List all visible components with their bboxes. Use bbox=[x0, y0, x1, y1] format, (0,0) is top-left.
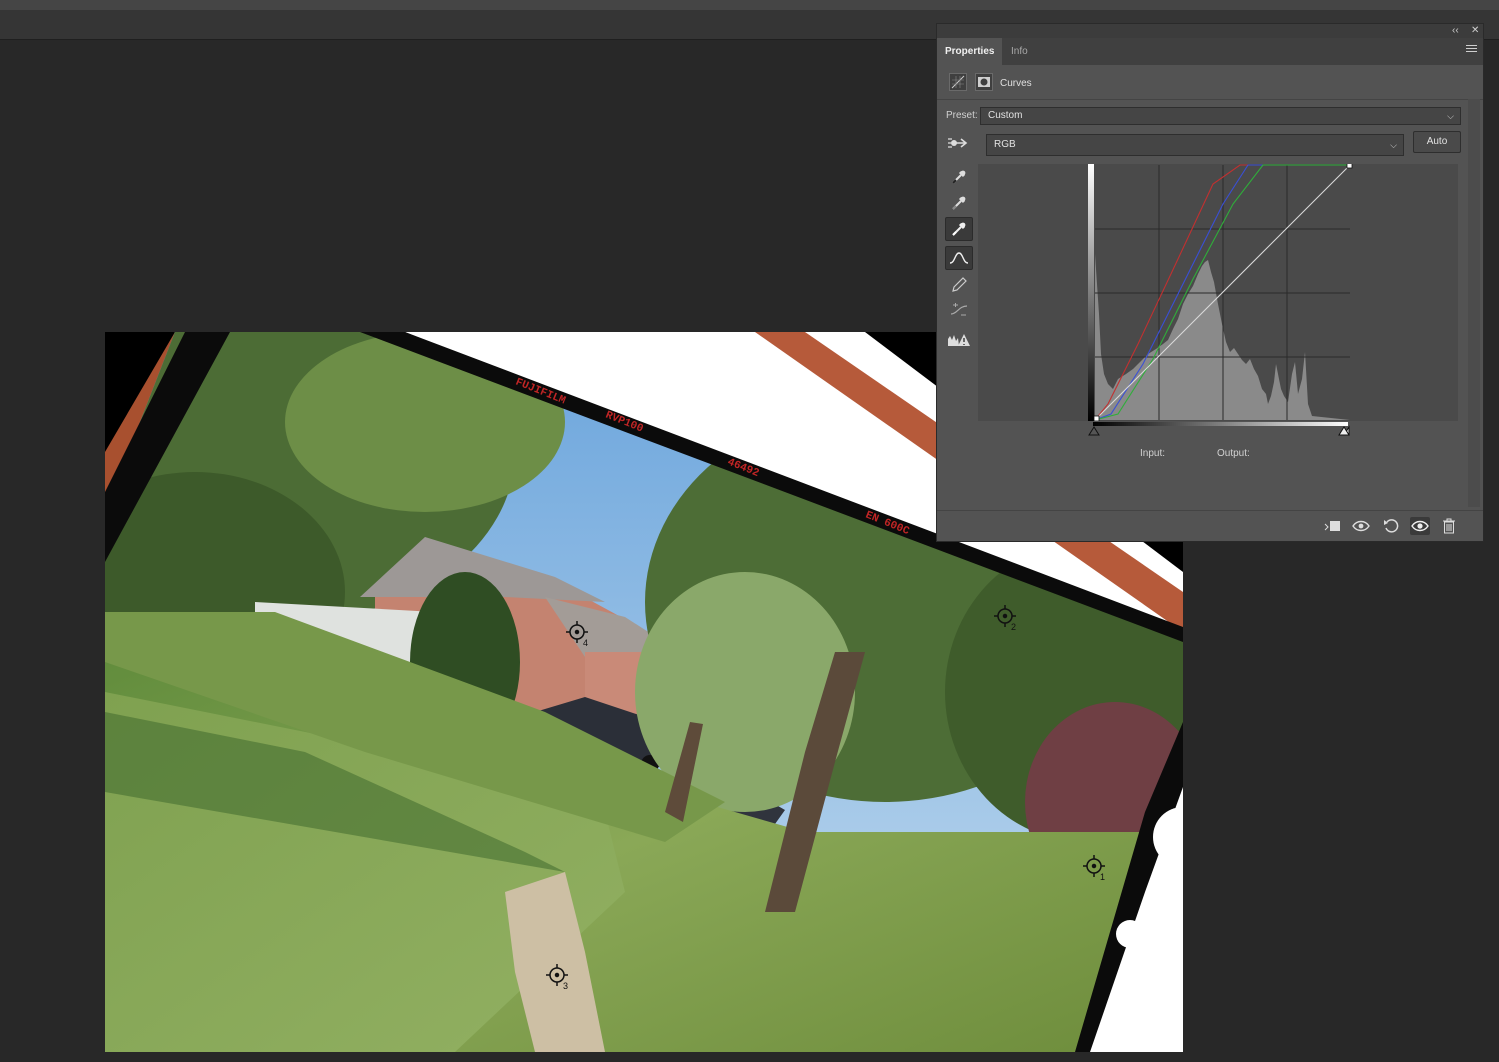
input-levels-slider[interactable] bbox=[1088, 422, 1350, 440]
curve-point-black[interactable] bbox=[1093, 415, 1100, 422]
pencil-draw-icon[interactable] bbox=[945, 273, 973, 297]
curves-plot[interactable] bbox=[978, 162, 1458, 422]
view-previous-state-icon[interactable] bbox=[1352, 517, 1372, 535]
black-point-slider-handle[interactable] bbox=[1088, 426, 1100, 436]
curves-graph[interactable] bbox=[978, 162, 1458, 422]
panel-footer bbox=[937, 510, 1483, 542]
preset-label: Preset: bbox=[946, 110, 978, 121]
curve-edit-points-icon[interactable] bbox=[945, 246, 973, 270]
black-point-eyedropper-icon[interactable] bbox=[945, 165, 973, 189]
properties-panel: ‹‹ ✕ Properties Info Curves Preset: Cust… bbox=[936, 23, 1484, 542]
delete-trash-icon[interactable] bbox=[1439, 517, 1459, 535]
curve-point-white[interactable] bbox=[1346, 162, 1353, 169]
layer-mask-icon[interactable] bbox=[975, 73, 993, 91]
svg-text:4: 4 bbox=[583, 638, 588, 648]
panel-tabs: Properties Info bbox=[937, 38, 1483, 65]
reset-icon[interactable] bbox=[1381, 517, 1401, 535]
preset-value: Custom bbox=[988, 110, 1023, 121]
clip-to-layer-icon[interactable] bbox=[1323, 517, 1343, 535]
output-gradient-bar bbox=[1088, 164, 1094, 421]
panel-title-strip: ‹‹ ✕ bbox=[937, 24, 1483, 38]
chevron-down-icon: ⌵ bbox=[1447, 111, 1454, 121]
panel-menu-icon[interactable] bbox=[1466, 45, 1477, 54]
application-top-bar bbox=[0, 0, 1499, 10]
channel-value: RGB bbox=[994, 139, 1016, 150]
auto-button[interactable]: Auto bbox=[1413, 131, 1461, 153]
preset-dropdown[interactable]: Custom ⌵ bbox=[980, 107, 1461, 125]
panel-scrollbar[interactable] bbox=[1468, 99, 1480, 507]
tab-info[interactable]: Info bbox=[1003, 38, 1036, 65]
chevron-down-icon: ⌵ bbox=[1390, 140, 1397, 150]
visibility-eye-icon[interactable] bbox=[1410, 517, 1430, 535]
adjustment-header: Curves bbox=[937, 65, 1483, 100]
adjustment-title: Curves bbox=[1000, 78, 1032, 89]
tab-properties[interactable]: Properties bbox=[937, 38, 1003, 65]
svg-text:3: 3 bbox=[563, 981, 568, 991]
on-image-adjust-icon[interactable] bbox=[946, 134, 970, 155]
input-label: Input: bbox=[1140, 448, 1166, 459]
clipping-warning-icon[interactable] bbox=[945, 328, 973, 352]
smooth-curve-icon[interactable] bbox=[945, 298, 973, 322]
svg-text:1: 1 bbox=[1100, 872, 1105, 882]
gray-point-eyedropper-icon[interactable] bbox=[945, 191, 973, 215]
svg-text:2: 2 bbox=[1011, 622, 1016, 632]
collapse-panel-icon[interactable]: ‹‹ bbox=[1452, 25, 1459, 37]
output-label: Output: bbox=[1217, 448, 1250, 459]
white-point-eyedropper-icon[interactable] bbox=[945, 217, 973, 241]
channel-dropdown[interactable]: RGB ⌵ bbox=[986, 134, 1404, 156]
close-panel-icon[interactable]: ✕ bbox=[1471, 25, 1479, 37]
curves-adjustment-icon[interactable] bbox=[949, 73, 967, 91]
